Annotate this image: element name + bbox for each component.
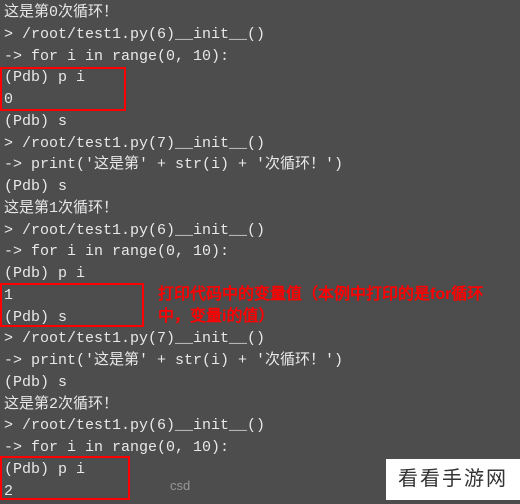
output-line: > /root/test1.py(6)__init__() — [4, 24, 516, 46]
output-line: > /root/test1.py(7)__init__() — [4, 328, 516, 350]
annotation-text: 打印代码中的变量值（本例中打印的是for循环中，变量i的值） — [158, 284, 498, 329]
terminal-output[interactable]: 这是第0次循环！ > /root/test1.py(6)__init__() -… — [0, 0, 520, 504]
output-line: > /root/test1.py(7)__init__() — [4, 133, 516, 155]
pdb-command-line: (Pdb) s — [4, 111, 516, 133]
output-line: -> for i in range(0, 10): — [4, 437, 516, 459]
output-line: 这是第2次循环！ — [4, 394, 516, 416]
output-line: 这是第0次循环！ — [4, 2, 516, 24]
pdb-command-line: (Pdb) s — [4, 176, 516, 198]
csdn-watermark: csd — [170, 477, 190, 496]
output-line: -> for i in range(0, 10): — [4, 241, 516, 263]
pdb-command-line: (Pdb) p i — [4, 67, 516, 89]
output-line: > /root/test1.py(6)__init__() — [4, 220, 516, 242]
output-line: -> print('这是第' + str(i) + '次循环！') — [4, 154, 516, 176]
brand-watermark: 看看手游网 — [386, 459, 520, 500]
output-line: -> print('这是第' + str(i) + '次循环！') — [4, 350, 516, 372]
output-line: 这是第1次循环！ — [4, 198, 516, 220]
pdb-command-line: (Pdb) s — [4, 372, 516, 394]
pdb-result-line: 0 — [4, 89, 516, 111]
pdb-command-line: (Pdb) p i — [4, 263, 516, 285]
output-line: > /root/test1.py(6)__init__() — [4, 415, 516, 437]
output-line: -> for i in range(0, 10): — [4, 46, 516, 68]
